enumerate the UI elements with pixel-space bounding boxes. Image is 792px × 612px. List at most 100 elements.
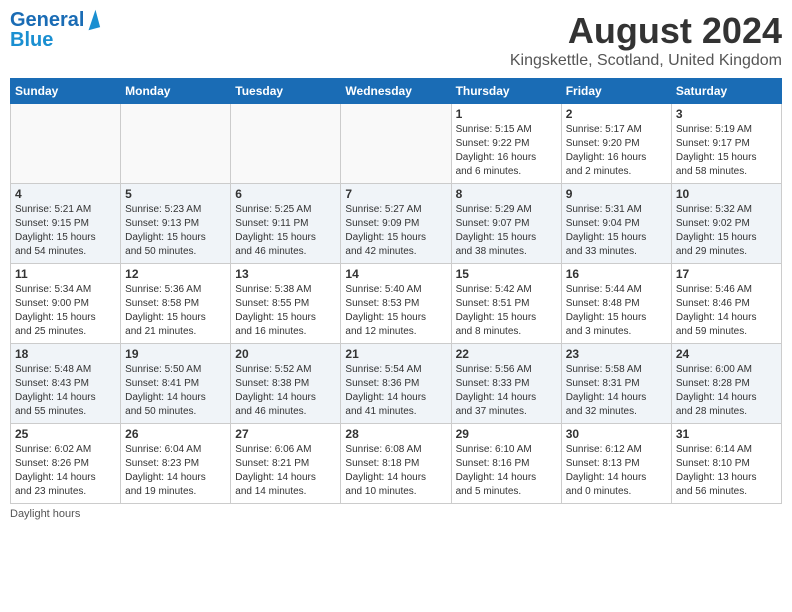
calendar-body: 1Sunrise: 5:15 AM Sunset: 9:22 PM Daylig… [11, 104, 782, 504]
day-info: Sunrise: 5:40 AM Sunset: 8:53 PM Dayligh… [345, 283, 446, 339]
table-cell: 6 Sunrise: 5:25 AM Sunset: 9:11 PM Daylig… [231, 184, 341, 264]
day-number: 6 [235, 187, 336, 201]
weekday-header-sunday: Sunday [11, 79, 121, 104]
table-cell: 15Sunrise: 5:42 AM Sunset: 8:51 PM Dayli… [451, 264, 561, 344]
day-info: Sunrise: 6:12 AM Sunset: 8:13 PM Dayligh… [566, 443, 667, 499]
day-number: 25 [15, 427, 116, 441]
day-number: 11 [15, 267, 116, 281]
day-number: 30 [566, 427, 667, 441]
day-info: Sunrise: 5:48 AM Sunset: 8:43 PM Dayligh… [15, 363, 116, 419]
table-cell: 5 Sunrise: 5:23 AM Sunset: 9:13 PM Daylig… [121, 184, 231, 264]
table-cell: 20 Sunrise: 5:52 AM Sunset: 8:38 PM Dayli… [231, 344, 341, 424]
day-number: 20 [235, 347, 336, 361]
weekday-header-saturday: Saturday [671, 79, 781, 104]
table-cell: 25 Sunrise: 6:02 AM Sunset: 8:26 PM Dayli… [11, 424, 121, 504]
table-cell: 26 Sunrise: 6:04 AM Sunset: 8:23 PM Dayli… [121, 424, 231, 504]
logo-text: General [10, 10, 84, 30]
table-cell: 31Sunrise: 6:14 AM Sunset: 8:10 PM Dayli… [671, 424, 781, 504]
day-info: Sunrise: 5:23 AM Sunset: 9:13 PM Dayligh… [125, 203, 226, 259]
day-number: 27 [235, 427, 336, 441]
location-title: Kingskettle, Scotland, United Kingdom [510, 52, 782, 70]
day-info: Sunrise: 5:25 AM Sunset: 9:11 PM Dayligh… [235, 203, 336, 259]
table-cell [341, 104, 451, 184]
day-info: Sunrise: 6:10 AM Sunset: 8:16 PM Dayligh… [456, 443, 557, 499]
calendar-header: SundayMondayTuesdayWednesdayThursdayFrid… [11, 79, 782, 104]
day-info: Sunrise: 5:46 AM Sunset: 8:46 PM Dayligh… [676, 283, 777, 339]
footer-note: Daylight hours [10, 508, 782, 520]
day-number: 7 [345, 187, 446, 201]
table-cell: 27 Sunrise: 6:06 AM Sunset: 8:21 PM Dayli… [231, 424, 341, 504]
day-number: 29 [456, 427, 557, 441]
table-cell: 8 Sunrise: 5:29 AM Sunset: 9:07 PM Daylig… [451, 184, 561, 264]
day-number: 19 [125, 347, 226, 361]
day-number: 26 [125, 427, 226, 441]
logo-arrow-icon [84, 10, 100, 30]
table-cell: 14 Sunrise: 5:40 AM Sunset: 8:53 PM Dayli… [341, 264, 451, 344]
day-info: Sunrise: 5:50 AM Sunset: 8:41 PM Dayligh… [125, 363, 226, 419]
day-info: Sunrise: 6:02 AM Sunset: 8:26 PM Dayligh… [15, 443, 116, 499]
day-info: Sunrise: 6:04 AM Sunset: 8:23 PM Dayligh… [125, 443, 226, 499]
calendar-table: SundayMondayTuesdayWednesdayThursdayFrid… [10, 78, 782, 504]
table-cell [11, 104, 121, 184]
day-info: Sunrise: 5:29 AM Sunset: 9:07 PM Dayligh… [456, 203, 557, 259]
table-cell: 19 Sunrise: 5:50 AM Sunset: 8:41 PM Dayli… [121, 344, 231, 424]
day-info: Sunrise: 6:00 AM Sunset: 8:28 PM Dayligh… [676, 363, 777, 419]
week-row-3: 11 Sunrise: 5:34 AM Sunset: 9:00 PM Dayli… [11, 264, 782, 344]
day-info: Sunrise: 5:32 AM Sunset: 9:02 PM Dayligh… [676, 203, 777, 259]
day-number: 31 [676, 427, 777, 441]
day-info: Sunrise: 5:38 AM Sunset: 8:55 PM Dayligh… [235, 283, 336, 339]
day-info: Sunrise: 5:54 AM Sunset: 8:36 PM Dayligh… [345, 363, 446, 419]
table-cell: 11 Sunrise: 5:34 AM Sunset: 9:00 PM Dayli… [11, 264, 121, 344]
day-number: 21 [345, 347, 446, 361]
table-cell: 30 Sunrise: 6:12 AM Sunset: 8:13 PM Dayli… [561, 424, 671, 504]
table-cell: 23Sunrise: 5:58 AM Sunset: 8:31 PM Dayli… [561, 344, 671, 424]
weekday-header-row: SundayMondayTuesdayWednesdayThursdayFrid… [11, 79, 782, 104]
day-number: 23 [566, 347, 667, 361]
logo-blue: Blue [10, 30, 53, 50]
table-cell: 24Sunrise: 6:00 AM Sunset: 8:28 PM Dayli… [671, 344, 781, 424]
weekday-header-monday: Monday [121, 79, 231, 104]
page-header: General Blue August 2024 Kingskettle, Sc… [10, 10, 782, 70]
day-info: Sunrise: 5:27 AM Sunset: 9:09 PM Dayligh… [345, 203, 446, 259]
day-info: Sunrise: 5:34 AM Sunset: 9:00 PM Dayligh… [15, 283, 116, 339]
month-title: August 2024 [510, 10, 782, 52]
table-cell: 17Sunrise: 5:46 AM Sunset: 8:46 PM Dayli… [671, 264, 781, 344]
table-cell [121, 104, 231, 184]
table-cell: 10 Sunrise: 5:32 AM Sunset: 9:02 PM Dayli… [671, 184, 781, 264]
day-number: 12 [125, 267, 226, 281]
weekday-header-thursday: Thursday [451, 79, 561, 104]
table-cell: 2Sunrise: 5:17 AM Sunset: 9:20 PM Daylig… [561, 104, 671, 184]
day-info: Sunrise: 5:31 AM Sunset: 9:04 PM Dayligh… [566, 203, 667, 259]
day-number: 5 [125, 187, 226, 201]
table-cell: 4 Sunrise: 5:21 AM Sunset: 9:15 PM Daylig… [11, 184, 121, 264]
table-cell: 13 Sunrise: 5:38 AM Sunset: 8:55 PM Dayli… [231, 264, 341, 344]
day-info: Sunrise: 5:42 AM Sunset: 8:51 PM Dayligh… [456, 283, 557, 339]
table-cell: 18Sunrise: 5:48 AM Sunset: 8:43 PM Dayli… [11, 344, 121, 424]
week-row-1: 1Sunrise: 5:15 AM Sunset: 9:22 PM Daylig… [11, 104, 782, 184]
day-number: 10 [676, 187, 777, 201]
table-cell: 16Sunrise: 5:44 AM Sunset: 8:48 PM Dayli… [561, 264, 671, 344]
table-cell: 21 Sunrise: 5:54 AM Sunset: 8:36 PM Dayli… [341, 344, 451, 424]
day-number: 28 [345, 427, 446, 441]
table-cell: 28Sunrise: 6:08 AM Sunset: 8:18 PM Dayli… [341, 424, 451, 504]
day-info: Sunrise: 5:56 AM Sunset: 8:33 PM Dayligh… [456, 363, 557, 419]
day-number: 14 [345, 267, 446, 281]
day-info: Sunrise: 5:52 AM Sunset: 8:38 PM Dayligh… [235, 363, 336, 419]
weekday-header-friday: Friday [561, 79, 671, 104]
table-cell [231, 104, 341, 184]
day-number: 13 [235, 267, 336, 281]
day-info: Sunrise: 5:17 AM Sunset: 9:20 PM Dayligh… [566, 123, 667, 179]
week-row-2: 4 Sunrise: 5:21 AM Sunset: 9:15 PM Daylig… [11, 184, 782, 264]
daylight-label: Daylight hours [10, 508, 80, 520]
table-cell: 29 Sunrise: 6:10 AM Sunset: 8:16 PM Dayli… [451, 424, 561, 504]
day-info: Sunrise: 6:06 AM Sunset: 8:21 PM Dayligh… [235, 443, 336, 499]
day-info: Sunrise: 5:36 AM Sunset: 8:58 PM Dayligh… [125, 283, 226, 339]
table-cell: 22Sunrise: 5:56 AM Sunset: 8:33 PM Dayli… [451, 344, 561, 424]
day-number: 8 [456, 187, 557, 201]
weekday-header-tuesday: Tuesday [231, 79, 341, 104]
day-number: 16 [566, 267, 667, 281]
day-number: 1 [456, 107, 557, 121]
day-info: Sunrise: 5:21 AM Sunset: 9:15 PM Dayligh… [15, 203, 116, 259]
day-info: Sunrise: 5:19 AM Sunset: 9:17 PM Dayligh… [676, 123, 777, 179]
day-number: 4 [15, 187, 116, 201]
